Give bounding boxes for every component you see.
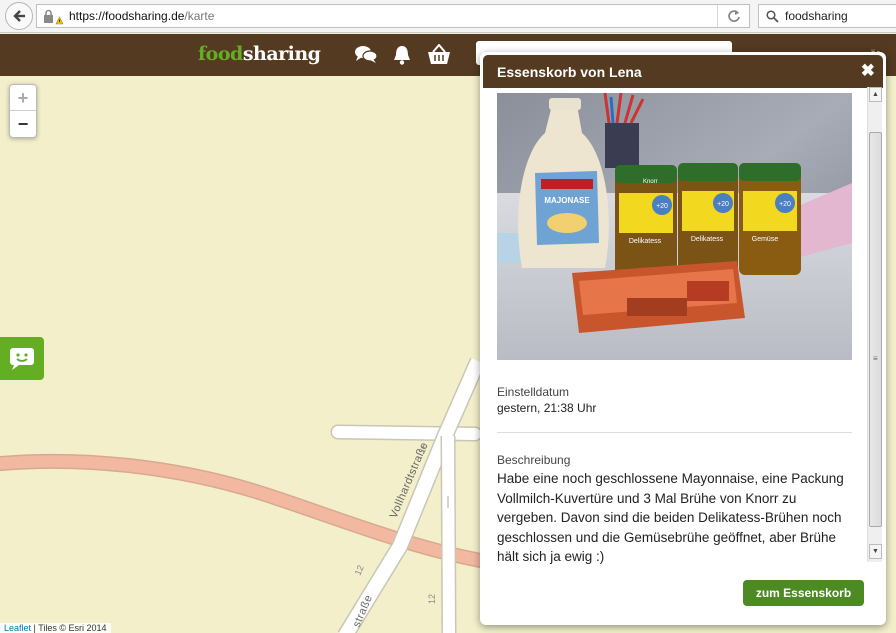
divider	[497, 432, 852, 433]
chat-icon[interactable]	[354, 44, 378, 66]
svg-text:Knorr: Knorr	[643, 179, 658, 185]
date-value: gestern, 21:38 Uhr	[497, 401, 597, 415]
svg-text:Delikatess: Delikatess	[629, 238, 662, 245]
url-field[interactable]: https://foodsharing.de/karte	[36, 4, 750, 28]
street-label-2: straße	[351, 593, 375, 629]
basket-icon[interactable]	[427, 44, 451, 66]
svg-text:Gemüse: Gemüse	[752, 236, 779, 243]
zoom-control: + −	[9, 84, 37, 138]
jar: +20 Gemüse	[739, 163, 801, 275]
lock-warning-icon	[44, 9, 63, 25]
house-number: 12	[427, 594, 437, 604]
popup-scrollbar[interactable]: ▲ ≡ ▼	[867, 87, 882, 562]
close-icon[interactable]: ✖	[861, 61, 875, 81]
leaflet-link[interactable]: Leaflet	[4, 623, 31, 633]
search-icon	[766, 10, 779, 23]
basket-photo: MAJONASE +20 Delikatess +20 Delikatess +…	[497, 93, 852, 360]
back-arrow-icon	[13, 10, 25, 22]
popup-header: Essenskorb von Lena ✖	[483, 55, 883, 88]
back-button[interactable]	[5, 2, 33, 30]
mayo-label: MAJONASE	[544, 196, 590, 205]
svg-text:+20: +20	[717, 201, 729, 208]
feedback-button[interactable]	[0, 337, 44, 380]
reload-icon	[727, 10, 740, 22]
jar: +20 Delikatess	[678, 163, 738, 275]
scroll-up-button[interactable]: ▲	[869, 87, 882, 102]
svg-text:+20: +20	[656, 203, 668, 210]
map-attribution: Leaflet | Tiles © Esri 2014	[0, 623, 111, 633]
browser-search-text: foodsharing	[785, 9, 848, 23]
scroll-thumb[interactable]: ≡	[869, 132, 882, 527]
bell-icon[interactable]	[392, 44, 412, 66]
reload-button[interactable]	[717, 5, 749, 27]
date-label: Einstelldatum	[497, 385, 570, 399]
svg-text:+20: +20	[779, 201, 791, 208]
svg-text:Delikatess: Delikatess	[691, 236, 724, 243]
to-basket-button[interactable]: zum Essenskorb	[743, 580, 864, 606]
basket-popup: Essenskorb von Lena ✖ MAJONASE +20 Delik…	[480, 52, 886, 625]
house-number: 12	[353, 564, 366, 577]
popup-body: MAJONASE +20 Delikatess +20 Delikatess +…	[497, 93, 853, 571]
description-text: Habe eine noch geschlossene Mayonnaise, …	[497, 471, 844, 564]
popup-title: Essenskorb von Lena	[497, 64, 642, 80]
url-text: https://foodsharing.de/karte	[69, 9, 215, 23]
browser-search-field[interactable]: foodsharing	[758, 4, 896, 28]
zoom-in-button[interactable]: +	[10, 85, 36, 111]
scroll-down-button[interactable]: ▼	[869, 544, 882, 559]
browser-toolbar: https://foodsharing.de/karte foodsharing	[0, 0, 896, 33]
zoom-out-button[interactable]: −	[10, 111, 36, 137]
feedback-icon	[10, 347, 34, 370]
logo[interactable]: foodsharing	[198, 43, 321, 65]
description-label: Beschreibung	[497, 453, 571, 467]
